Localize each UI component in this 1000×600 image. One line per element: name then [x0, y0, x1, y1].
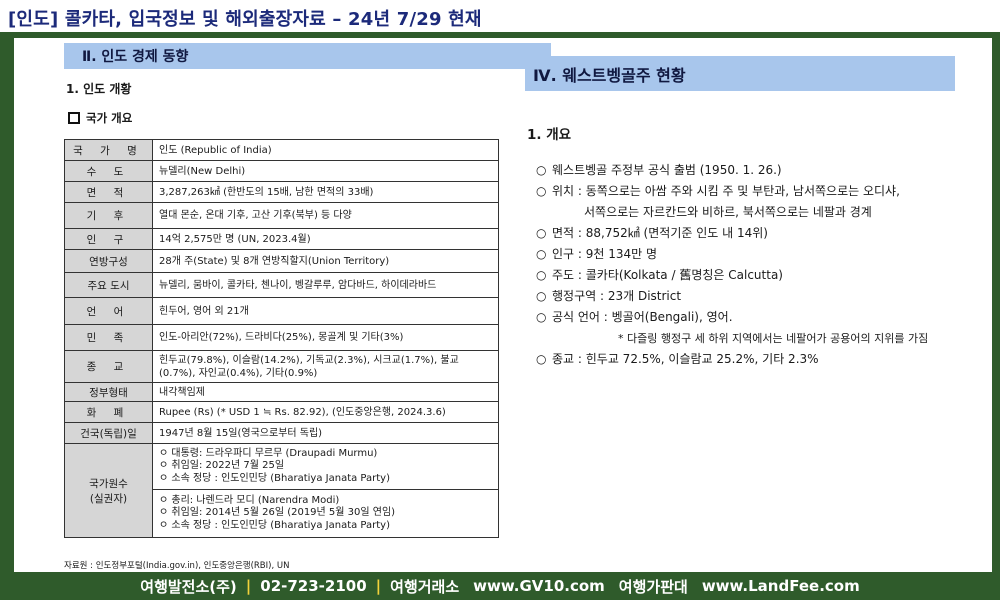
separator: | [245, 577, 252, 595]
separator: | [375, 577, 382, 595]
row-key-leader: 국가원수 (실권자) [64, 443, 153, 538]
table-row: 면 적 3,287,263㎢ (한반도의 15배, 남한 면적의 33배) [64, 181, 499, 203]
list-item-continuation: 서쪽으로는 자르칸드와 비하르, 북서쪽으로는 네팔과 경계 [584, 205, 872, 219]
list-item: ○ 공식 언어 : 벵골어(Bengali), 영어. [536, 309, 733, 325]
table-row: 민 족 인도-아리안(72%), 드라비다(25%), 몽골계 및 기타(3%) [64, 324, 499, 351]
site-link-gv10[interactable]: www.GV10.com [473, 577, 605, 595]
company-name: 여행발전소(주) [140, 577, 237, 596]
leader-key-line2: (실권자) [89, 492, 128, 505]
table-row: 인 구 14억 2,575만 명 (UN, 2023.4월) [64, 228, 499, 250]
circle-bullet-icon: ○ [536, 351, 547, 366]
circle-bullet-icon: ○ [536, 246, 547, 261]
row-value: 힌두교(79.8%), 이슬람(14.2%), 기독교(2.3%), 시크교(1… [152, 350, 499, 383]
table-row: 화 폐 Rupee (Rs) (* USD 1 ≒ Rs. 82.92), (인… [64, 401, 499, 423]
row-key: 기 후 [64, 202, 153, 229]
row-value: 14억 2,575만 명 (UN, 2023.4월) [152, 228, 499, 250]
table-row: 언 어 힌두어, 영어 외 21개 [64, 297, 499, 325]
table-row: 국 가 명 인도 (Republic of India) [64, 139, 499, 161]
source-note: 자료원 : 인도정부포털(India.gov.in), 인도중앙은행(RBI),… [64, 561, 290, 571]
row-value: 내각책임제 [152, 382, 499, 402]
list-item: ㅇ 총리: 나렌드라 모디 (Narendra Modi) [159, 494, 340, 506]
list-item: ㅇ 소속 정당 : 인도인민당 (Bharatiya Janata Party) [159, 472, 390, 484]
overview-list: ○ 웨스트벵골 주정부 공식 출범 (1950. 1. 26.) ○ 위치 : 동쪽… [536, 159, 988, 369]
list-item: ○ 종교 : 힌두교 72.5%, 이슬람교 25.2%, 기타 2.3% [536, 351, 819, 367]
table-row: 종 교 힌두교(79.8%), 이슬람(14.2%), 기독교(2.3%), 시… [64, 350, 499, 383]
table-row: 국가원수 (실권자) ㅇ 대통령: 드라우파디 무르무 (Draupadi Mu… [64, 443, 499, 538]
list-item: ○ 주도 : 콜카타(Kolkata / 舊명칭은 Calcutta) [536, 267, 783, 283]
subheading-overview: 1. 인도 개황 [66, 82, 132, 96]
president-cell: ㅇ 대통령: 드라우파디 무르무 (Draupadi Murmu) ㅇ 취임일:… [152, 443, 499, 490]
row-value: 뉴델리(New Delhi) [152, 160, 499, 182]
circle-bullet-icon: ○ [536, 162, 547, 177]
row-key: 국 가 명 [64, 139, 153, 161]
box-heading-label: 국가 개요 [86, 111, 133, 125]
row-key: 건국(독립)일 [64, 422, 153, 444]
leader-key-line1: 국가원수 [89, 477, 128, 490]
circle-bullet-icon: ○ [536, 183, 547, 198]
row-value: 3,287,263㎢ (한반도의 15배, 남한 면적의 33배) [152, 181, 499, 203]
table-row: 건국(독립)일 1947년 8월 15일(영국으로부터 독립) [64, 422, 499, 444]
checkbox-icon [68, 112, 80, 124]
row-value: Rupee (Rs) (* USD 1 ≒ Rs. 82.92), (인도중앙은… [152, 401, 499, 423]
row-key: 수 도 [64, 160, 153, 182]
row-value: 힌두어, 영어 외 21개 [152, 297, 499, 325]
circle-bullet-icon: ○ [536, 267, 547, 282]
row-key: 주요 도시 [64, 272, 153, 298]
pm-cell: ㅇ 총리: 나렌드라 모디 (Narendra Modi) ㅇ 취임일: 201… [152, 489, 499, 538]
row-value: 인도-아리안(72%), 드라비다(25%), 몽골계 및 기타(3%) [152, 324, 499, 351]
row-key: 면 적 [64, 181, 153, 203]
section-heading-westbengal: Ⅳ. 웨스트벵골주 현황 [525, 56, 955, 91]
country-info-table: 국 가 명 인도 (Republic of India) 수 도 뉴델리(New… [64, 139, 499, 538]
row-key: 민 족 [64, 324, 153, 351]
footer-bar: 여행발전소(주) | 02-723-2100 | 여행거래소 www.GV10.… [0, 572, 1000, 600]
site-link-landfee[interactable]: www.LandFee.com [702, 577, 860, 595]
label-stand: 여행가판대 [618, 577, 688, 596]
row-key: 언 어 [64, 297, 153, 325]
row-key: 화 폐 [64, 401, 153, 423]
list-item: ㅇ 취임일: 2014년 5월 26일 (2019년 5월 30일 연임) [159, 507, 396, 519]
circle-bullet-icon: ○ [536, 225, 547, 240]
row-value: 열대 몬순, 온대 기후, 고산 기후(북부) 등 다양 [152, 202, 499, 229]
list-item: ○ 행정구역 : 23개 District [536, 288, 682, 304]
title-bar: [인도] 콜카타, 입국정보 및 해외출장자료 – 24년 7/29 현재 [0, 0, 1000, 32]
subheading-summary: 1. 개요 [527, 127, 572, 143]
list-item: ㅇ 취임일: 2022년 7월 25일 [159, 460, 285, 472]
circle-bullet-icon: ○ [536, 288, 547, 303]
list-item: ○ 면적 : 88,752㎢ (면적기준 인도 내 14위) [536, 225, 768, 241]
table-row: 수 도 뉴델리(New Delhi) [64, 160, 499, 182]
row-key: 정부형태 [64, 382, 153, 402]
list-item: ㅇ 소속 정당 : 인도인민당 (Bharatiya Janata Party) [159, 519, 390, 531]
section-heading-economy: Ⅱ. 인도 경제 동향 [64, 43, 551, 69]
document-page: Ⅱ. 인도 경제 동향 1. 인도 개황 국가 개요 국 가 명 인도 (Rep… [14, 38, 992, 572]
row-value: 인도 (Republic of India) [152, 139, 499, 161]
row-value: 뉴델리, 뭄바이, 콜카타, 첸나이, 벵갈루루, 암다바드, 하이데라바드 [152, 272, 499, 298]
table-row: 주요 도시 뉴델리, 뭄바이, 콜카타, 첸나이, 벵갈루루, 암다바드, 하이… [64, 272, 499, 298]
footnote: * 다즐링 행정구 세 하위 지역에서는 네팔어가 공용어의 지위를 가짐 [618, 331, 929, 345]
list-item: ㅇ 대통령: 드라우파디 무르무 (Draupadi Murmu) [159, 447, 378, 459]
label-exchange: 여행거래소 [390, 577, 460, 596]
list-item: ○ 위치 : 동쪽으로는 아쌈 주와 시킴 주 및 부탄과, 남서쪽으로는 오디샤… [536, 183, 900, 199]
table-row: 정부형태 내각책임제 [64, 382, 499, 402]
row-key: 종 교 [64, 350, 153, 383]
box-heading: 국가 개요 [68, 110, 132, 126]
list-item: ○ 인구 : 9천 134만 명 [536, 246, 658, 262]
row-value: 1947년 8월 15일(영국으로부터 독립) [152, 422, 499, 444]
row-key: 연방구성 [64, 249, 153, 273]
table-row: 기 후 열대 몬순, 온대 기후, 고산 기후(북부) 등 다양 [64, 202, 499, 229]
table-row: 연방구성 28개 주(State) 및 8개 연방직할지(Union Terri… [64, 249, 499, 273]
page-title: [인도] 콜카타, 입국정보 및 해외출장자료 – 24년 7/29 현재 [8, 9, 482, 30]
row-value: 28개 주(State) 및 8개 연방직할지(Union Territory) [152, 249, 499, 273]
row-key: 인 구 [64, 228, 153, 250]
list-item: ○ 웨스트벵골 주정부 공식 출범 (1950. 1. 26.) [536, 162, 782, 178]
circle-bullet-icon: ○ [536, 309, 547, 324]
phone-number: 02-723-2100 [260, 577, 367, 595]
